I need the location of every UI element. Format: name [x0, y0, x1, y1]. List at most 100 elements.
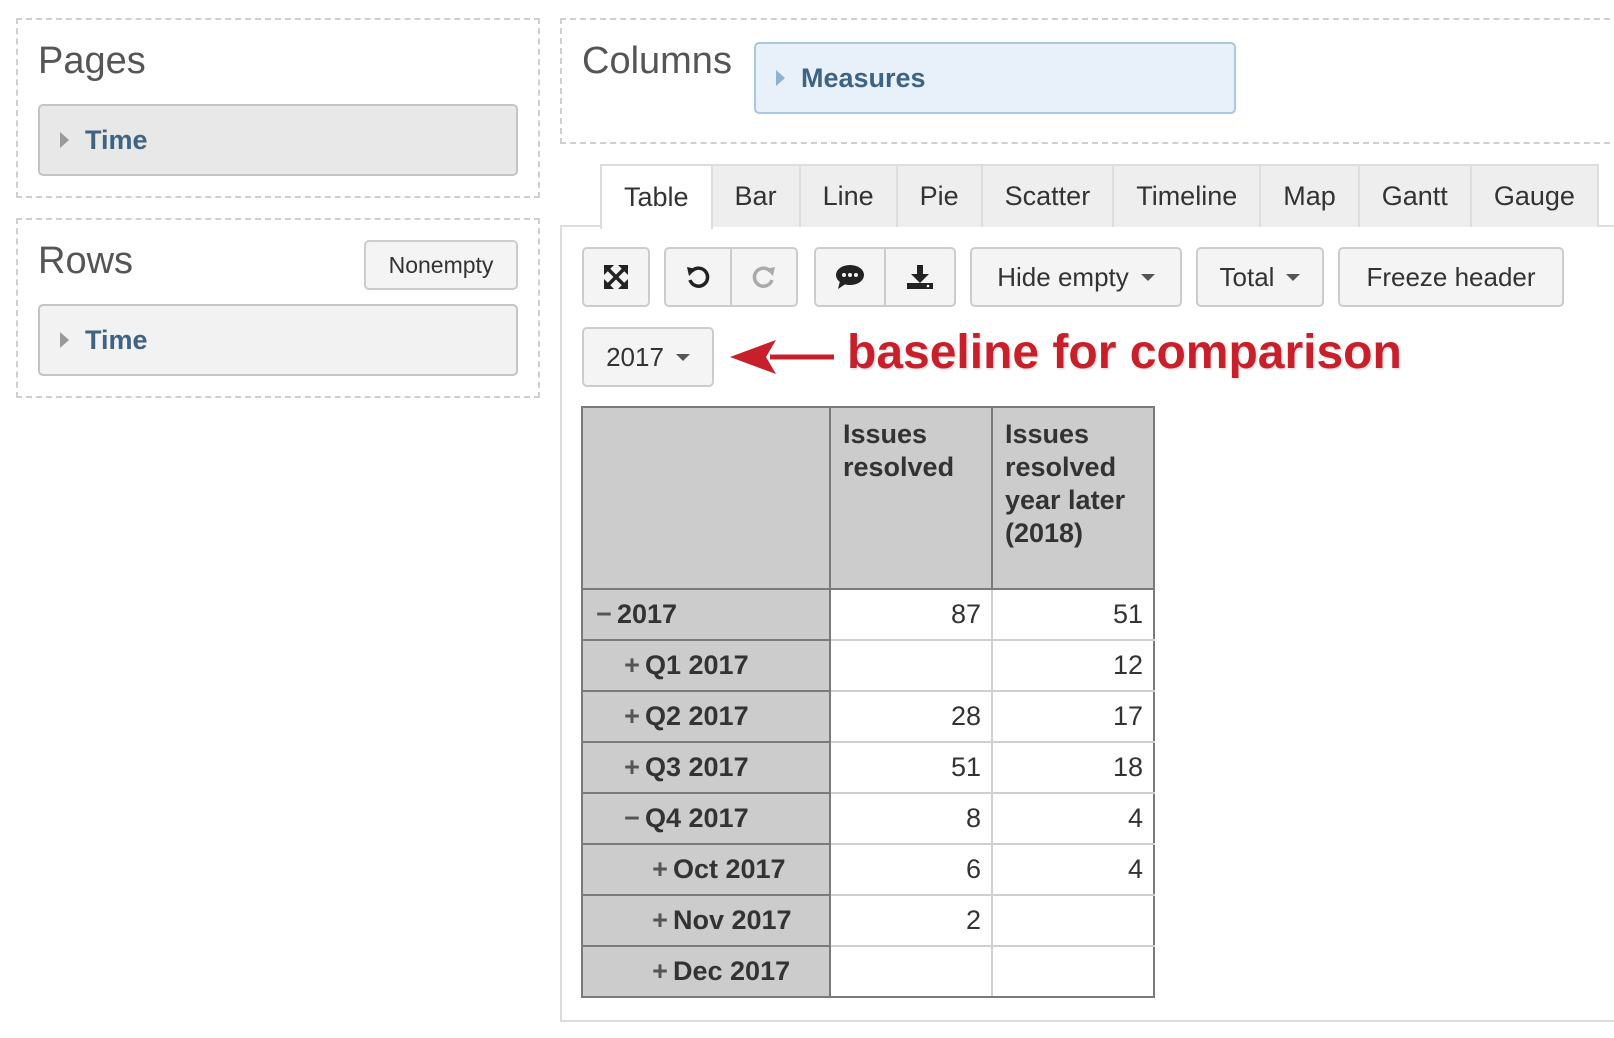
- column-header-issues-resolved[interactable]: Issues resolved: [829, 406, 993, 590]
- tab-map[interactable]: Map: [1259, 164, 1360, 227]
- tab-gantt[interactable]: Gantt: [1357, 164, 1472, 227]
- row-header-cell[interactable]: − Q4 2017: [581, 792, 831, 845]
- fullscreen-button[interactable]: [582, 247, 650, 307]
- table-row: − Q4 2017 8 4: [581, 792, 1155, 845]
- tab-line[interactable]: Line: [798, 164, 898, 227]
- row-label: Q1 2017: [645, 650, 749, 680]
- row-header-cell[interactable]: −2017: [581, 588, 831, 641]
- row-label: Oct 2017: [673, 854, 786, 884]
- pivot-table: Issues resolved Issues resolved year lat…: [581, 406, 1155, 998]
- value-cell: [829, 639, 993, 692]
- column-header-issues-resolved-year-later[interactable]: Issues resolved year later (2018): [991, 406, 1155, 590]
- expand-plus-icon[interactable]: +: [647, 854, 673, 885]
- tab-scatter[interactable]: Scatter: [980, 164, 1115, 227]
- value-cell: 87: [829, 588, 993, 641]
- undo-button[interactable]: [664, 247, 732, 307]
- columns-measures-dimension[interactable]: Measures: [754, 42, 1236, 114]
- value-cell: 4: [991, 792, 1155, 845]
- value-cell: 28: [829, 690, 993, 743]
- hide-empty-dropdown[interactable]: Hide empty: [970, 247, 1182, 307]
- corner-header-cell: [581, 406, 831, 590]
- rows-time-dimension[interactable]: Time: [38, 304, 518, 376]
- tab-bar[interactable]: Bar: [710, 164, 801, 227]
- total-dropdown[interactable]: Total: [1196, 247, 1324, 307]
- columns-zone: Columns Measures: [560, 18, 1614, 144]
- pages-zone: Pages Time: [16, 18, 540, 198]
- value-cell: 12: [991, 639, 1155, 692]
- download-icon: [907, 265, 933, 289]
- value-cell: 17: [991, 690, 1155, 743]
- row-label: Q3 2017: [645, 752, 749, 782]
- caret-right-icon: [776, 70, 785, 86]
- rows-zone: Rows Nonempty Time: [16, 218, 540, 398]
- collapse-minus-icon[interactable]: −: [619, 803, 645, 834]
- freeze-header-button[interactable]: Freeze header: [1338, 247, 1564, 307]
- collapse-minus-icon[interactable]: −: [591, 599, 617, 630]
- view-tabs: Table Bar Line Pie Scatter Timeline Map …: [600, 164, 1599, 229]
- expand-plus-icon[interactable]: +: [647, 905, 673, 936]
- pages-time-dimension[interactable]: Time: [38, 104, 518, 176]
- row-header-cell[interactable]: + Oct 2017: [581, 843, 831, 896]
- caret-down-icon: [1286, 273, 1301, 281]
- caret-down-icon: [1140, 273, 1155, 281]
- expand-plus-icon[interactable]: +: [619, 701, 645, 732]
- caret-right-icon: [60, 332, 69, 348]
- value-cell: 6: [829, 843, 993, 896]
- value-cell: 18: [991, 741, 1155, 794]
- page-year-dropdown[interactable]: 2017: [582, 327, 714, 387]
- expand-plus-icon[interactable]: +: [619, 752, 645, 783]
- undo-redo-group: [664, 247, 798, 307]
- table-row: + Q1 2017 12: [581, 639, 1155, 692]
- comment-button[interactable]: [814, 247, 886, 307]
- comment-icon: [836, 265, 864, 289]
- dimension-label: Time: [85, 324, 148, 355]
- caret-right-icon: [60, 132, 69, 148]
- row-label: Q2 2017: [645, 701, 749, 731]
- row-label: Dec 2017: [673, 956, 791, 986]
- expand-plus-icon[interactable]: +: [647, 956, 673, 987]
- table-row: −2017 87 51: [581, 588, 1155, 641]
- value-cell: [829, 945, 993, 998]
- hide-empty-label: Hide empty: [997, 261, 1129, 292]
- expand-plus-icon[interactable]: +: [619, 650, 645, 681]
- rows-title: Rows: [38, 240, 134, 282]
- table-row: + Nov 2017 2: [581, 894, 1155, 947]
- tab-timeline[interactable]: Timeline: [1112, 164, 1262, 227]
- expand-arrows-icon: [604, 265, 628, 289]
- row-header-cell[interactable]: + Q3 2017: [581, 741, 831, 794]
- row-label: Q4 2017: [645, 803, 749, 833]
- table-row: + Q2 2017 28 17: [581, 690, 1155, 743]
- table-row: + Dec 2017: [581, 945, 1155, 998]
- row-header-cell[interactable]: + Q2 2017: [581, 690, 831, 743]
- value-cell: 2: [829, 894, 993, 947]
- tab-pie[interactable]: Pie: [895, 164, 983, 227]
- nonempty-button[interactable]: Nonempty: [364, 240, 518, 290]
- columns-title: Columns: [582, 40, 732, 82]
- redo-icon: [752, 266, 775, 288]
- redo-button[interactable]: [730, 247, 798, 307]
- total-label: Total: [1219, 261, 1275, 292]
- value-cell: 4: [991, 843, 1155, 896]
- tab-table[interactable]: Table: [600, 164, 713, 229]
- value-cell: [991, 945, 1155, 998]
- row-header-cell[interactable]: + Dec 2017: [581, 945, 831, 998]
- export-button[interactable]: [884, 247, 956, 307]
- table-row: + Q3 2017 51 18: [581, 741, 1155, 794]
- value-cell: 51: [829, 741, 993, 794]
- value-cell: [991, 894, 1155, 947]
- annotation-arrow-icon: [730, 340, 834, 374]
- caret-down-icon: [675, 353, 690, 361]
- comment-export-group: [814, 247, 956, 307]
- page-year-value: 2017: [606, 341, 664, 372]
- undo-icon: [687, 266, 710, 288]
- table-row: + Oct 2017 6 4: [581, 843, 1155, 896]
- dimension-label: Time: [85, 124, 148, 155]
- pages-title: Pages: [38, 40, 146, 82]
- value-cell: 8: [829, 792, 993, 845]
- value-cell: 51: [991, 588, 1155, 641]
- tab-gauge[interactable]: Gauge: [1469, 164, 1599, 227]
- row-header-cell[interactable]: + Q1 2017: [581, 639, 831, 692]
- dimension-label: Measures: [801, 62, 926, 93]
- row-label: 2017: [617, 599, 678, 629]
- row-header-cell[interactable]: + Nov 2017: [581, 894, 831, 947]
